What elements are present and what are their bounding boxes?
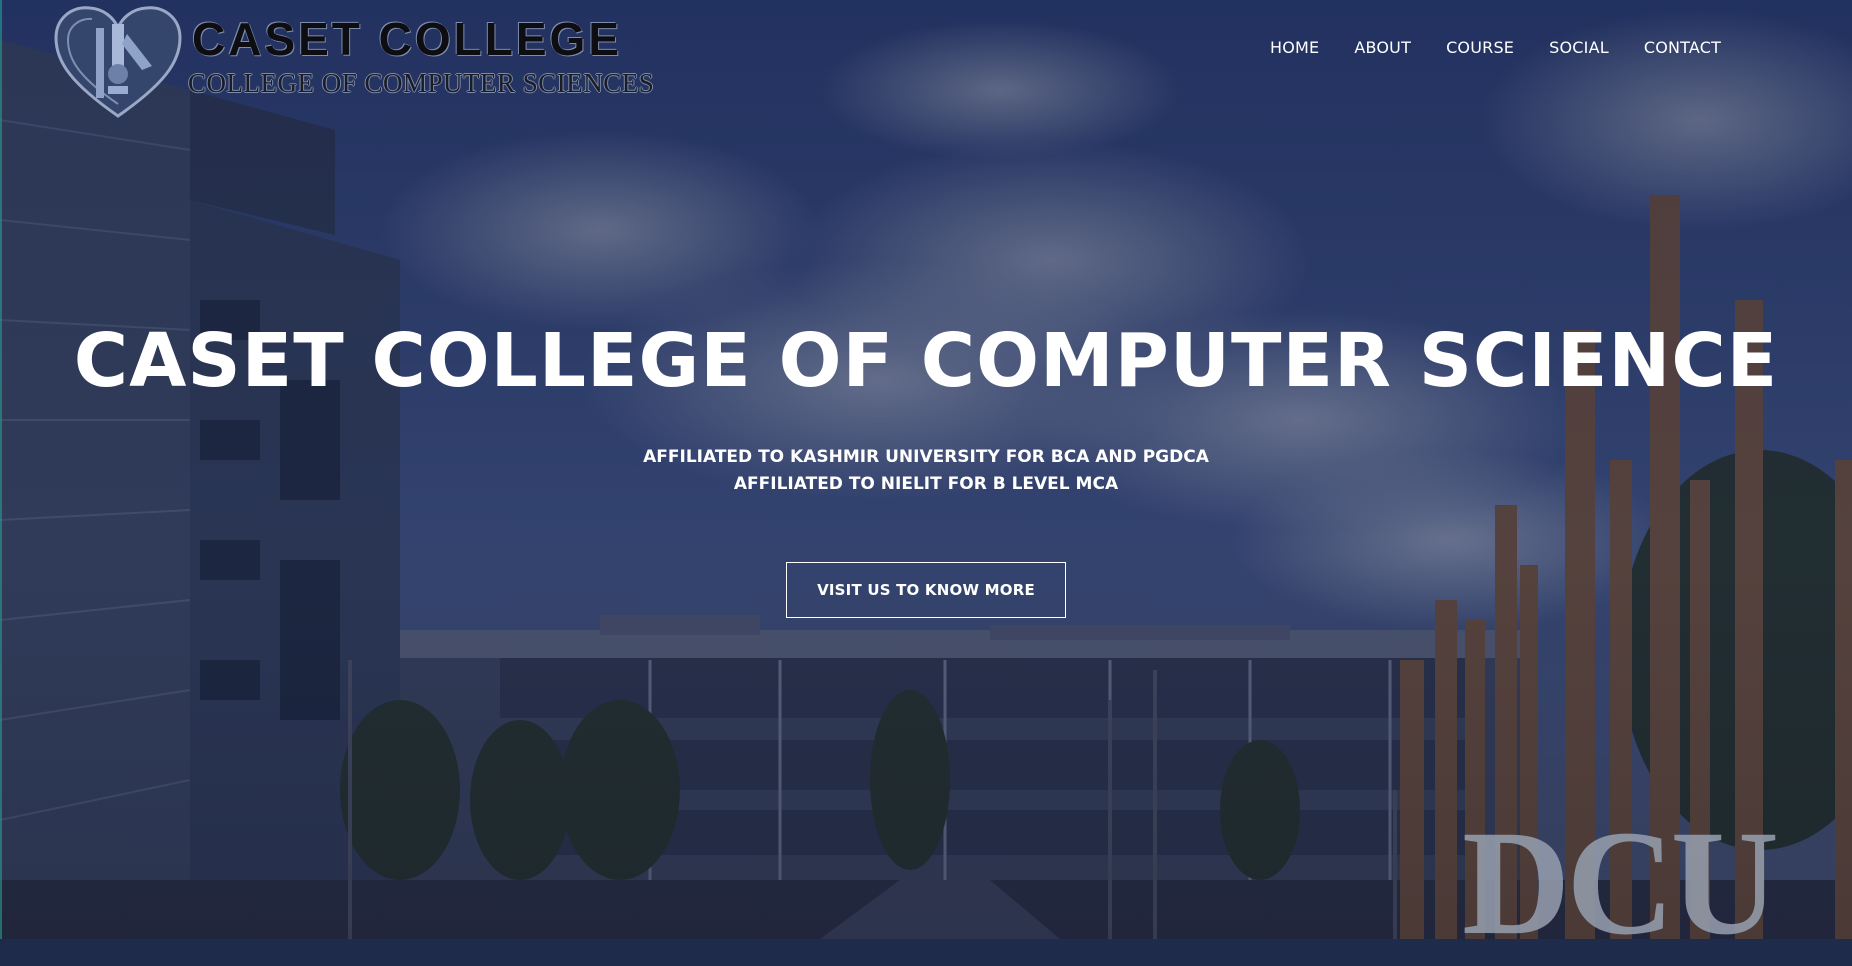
dark-overlay <box>0 0 1852 939</box>
logo-title: CASET COLLEGE <box>192 13 623 65</box>
site-logo[interactable]: CASET COLLEGE COLLEGE OF COMPUTER SCIENC… <box>52 4 672 122</box>
hero-affiliation-1: AFFILIATED TO KASHMIR UNIVERSITY FOR BCA… <box>643 447 1209 467</box>
visit-us-button[interactable]: VISIT US TO KNOW MORE <box>786 562 1066 618</box>
nav-contact-link[interactable]: CONTACT <box>1644 38 1721 62</box>
hero-affiliation-2: AFFILIATED TO NIELIT FOR B LEVEL MCA <box>733 474 1119 494</box>
heart-crest-icon <box>54 6 182 118</box>
edge-accent <box>0 0 2 939</box>
hero-title: CASET COLLEGE OF COMPUTER SCIENCE <box>73 318 1779 404</box>
logo-subtitle: COLLEGE OF COMPUTER SCIENCES <box>188 68 655 98</box>
nav-social-link[interactable]: SOCIAL <box>1549 38 1609 62</box>
dcu-sign: DCU <box>1462 800 1779 966</box>
main-nav: HOME ABOUT COURSE SOCIAL CONTACT <box>1270 38 1721 62</box>
nav-course-link[interactable]: COURSE <box>1446 38 1514 62</box>
hero-background: DCU <box>0 0 1852 958</box>
nav-about-link[interactable]: ABOUT <box>1354 38 1411 62</box>
nav-home-link[interactable]: HOME <box>1270 38 1319 62</box>
